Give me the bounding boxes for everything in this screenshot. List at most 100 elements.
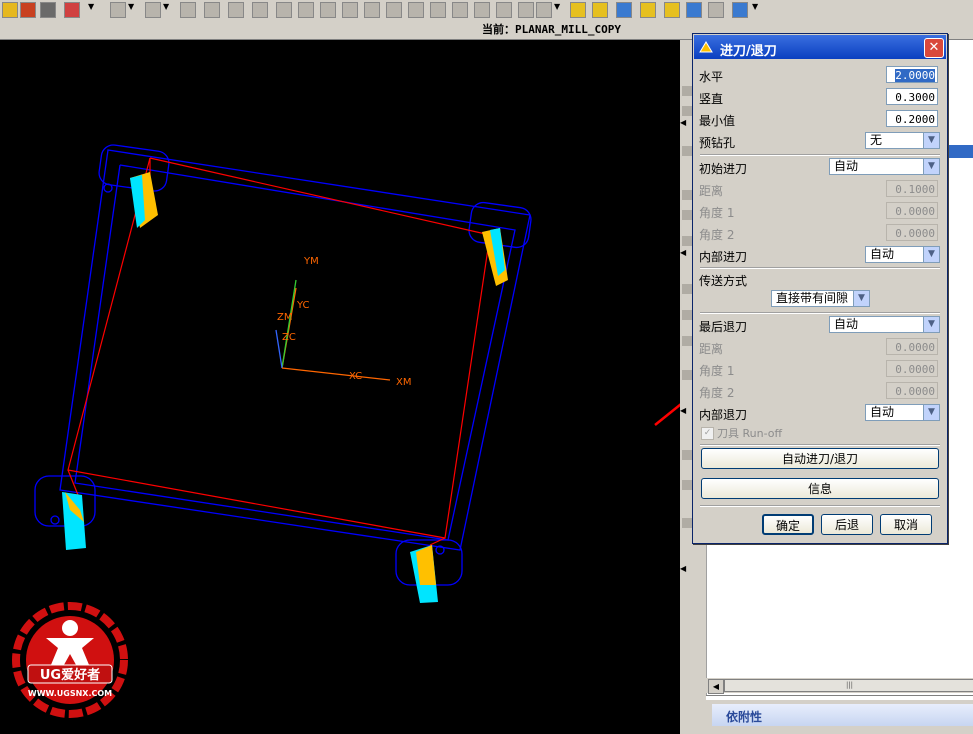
toolbar-icon[interactable] (386, 2, 402, 18)
resource-tab-icon[interactable] (682, 370, 692, 380)
toolbar-icon[interactable] (342, 2, 358, 18)
resource-tab-icon[interactable] (682, 450, 692, 460)
engage-angle1-field[interactable]: 0.0000 (886, 202, 938, 219)
retract-angle1-field[interactable]: 0.0000 (886, 360, 938, 377)
resource-tab-icon[interactable] (682, 86, 692, 96)
toolbar-icon[interactable] (592, 2, 608, 18)
yc-label: YC (296, 300, 310, 311)
chevron-down-icon[interactable]: ▼ (923, 247, 939, 262)
info-button[interactable]: 信息 (701, 478, 939, 499)
retract-angle2-field[interactable]: 0.0000 (886, 382, 938, 399)
toolbar-icon[interactable] (180, 2, 196, 18)
toolbar-icon[interactable] (570, 2, 586, 18)
chevron-down-icon[interactable]: ▼ (853, 291, 869, 306)
toolbar-icon[interactable] (518, 2, 534, 18)
resource-tab-icon[interactable] (682, 190, 692, 200)
toolbar-icon[interactable] (228, 2, 244, 18)
toolbar-icon[interactable] (536, 2, 552, 18)
toolbar-icon[interactable] (452, 2, 468, 18)
chevron-down-icon[interactable]: ▼ (128, 2, 134, 11)
toolbar-icon[interactable] (616, 2, 632, 18)
chevron-down-icon[interactable]: ▼ (923, 405, 939, 420)
toolbar-icon[interactable] (664, 2, 680, 18)
scroll-left-icon[interactable]: ◀ (708, 679, 724, 694)
internal-engage-select[interactable]: 自动 ▼ (865, 246, 940, 263)
chevron-left-icon[interactable]: ◀ (680, 406, 686, 415)
dialog-title: 进刀/退刀 (720, 44, 777, 59)
vertical-field[interactable]: 0.3000 (886, 88, 938, 105)
resource-tab-icon[interactable] (682, 480, 692, 490)
resource-tab-icon[interactable] (682, 518, 692, 528)
cancel-button[interactable]: 取消 (880, 514, 932, 535)
toolbar-icon[interactable] (145, 2, 161, 18)
back-button[interactable]: 后退 (821, 514, 873, 535)
horizontal-field[interactable]: 2.0000 (886, 66, 938, 83)
internal-engage-label: 内部进刀 (699, 250, 748, 264)
toolbar-icon[interactable] (430, 2, 446, 18)
resource-tab-icon[interactable] (682, 210, 692, 220)
auto-engage-retract-button[interactable]: 自动进刀/退刀 (701, 448, 939, 469)
initial-engage-label: 初始进刀 (699, 162, 748, 176)
chevron-down-icon[interactable]: ▼ (163, 2, 169, 11)
minimum-field[interactable]: 0.2000 (886, 110, 938, 127)
scroll-thumb[interactable]: ||| (724, 679, 973, 692)
final-retract-select[interactable]: 自动 ▼ (829, 316, 940, 333)
print-icon[interactable] (40, 2, 56, 18)
toolbar-icon[interactable] (686, 2, 702, 18)
chevron-down-icon[interactable]: ▼ (923, 317, 939, 332)
zm-label: ZM (277, 312, 292, 323)
toolbar-icon[interactable] (640, 2, 656, 18)
toolbar-icon[interactable] (496, 2, 512, 18)
dependencies-title: 依附性 (726, 710, 763, 724)
current-operation-label: 当前：PLANAR_MILL_COPY (482, 23, 621, 36)
annotation-arrow (654, 403, 680, 426)
toolbar-icon[interactable] (204, 2, 220, 18)
chevron-down-icon[interactable]: ▼ (923, 133, 939, 148)
toolbar-icon[interactable] (320, 2, 336, 18)
toolbar-icon[interactable] (110, 2, 126, 18)
graphics-viewport[interactable]: YM YC ZM ZC XC XM UG爱好者 WWW.UGSNX.COM (0, 40, 680, 734)
transfer-method-select[interactable]: 直接带有间隙 ▼ (771, 290, 870, 307)
retract-distance-field[interactable]: 0.0000 (886, 338, 938, 355)
initial-engage-select[interactable]: 自动 ▼ (829, 158, 940, 175)
toolbar-icon[interactable] (474, 2, 490, 18)
resource-tab-icon[interactable] (682, 336, 692, 346)
dependencies-section[interactable]: 依附性 (706, 700, 973, 734)
resource-tab-icon[interactable] (682, 284, 692, 294)
engage-angle2-field[interactable]: 0.0000 (886, 224, 938, 241)
engage-distance-field[interactable]: 0.1000 (886, 180, 938, 197)
resource-tab-icon[interactable] (682, 106, 692, 116)
toolbar-icon[interactable] (252, 2, 268, 18)
chevron-left-icon[interactable]: ◀ (680, 564, 686, 573)
chevron-down-icon[interactable]: ▼ (88, 2, 94, 11)
chevron-left-icon[interactable]: ◀ (680, 118, 686, 127)
toolbar-icon[interactable] (708, 2, 724, 18)
predrill-select[interactable]: 无 ▼ (865, 132, 940, 149)
chevron-down-icon[interactable]: ▼ (752, 2, 758, 11)
toolbar-icon[interactable] (2, 2, 18, 18)
resource-tab-icon[interactable] (682, 310, 692, 320)
toolbar-icon[interactable] (276, 2, 292, 18)
toolbar-icon[interactable] (298, 2, 314, 18)
chevron-down-icon[interactable]: ▼ (923, 159, 939, 174)
toolbar-icon[interactable] (20, 2, 36, 18)
chevron-left-icon[interactable]: ◀ (680, 248, 686, 257)
engage-retract-dialog: 进刀/退刀 ✕ 水平 2.0000 竖直 0.3000 最小值 0.2000 预… (692, 33, 948, 544)
ok-button[interactable]: 确定 (762, 514, 814, 535)
internal-retract-select[interactable]: 自动 ▼ (865, 404, 940, 421)
horizontal-scrollbar[interactable]: ◀ ||| (706, 678, 973, 694)
toolbar-icon[interactable] (732, 2, 748, 18)
selected-row-highlight[interactable] (944, 145, 973, 158)
toolbar-icon[interactable] (364, 2, 380, 18)
resource-tab-icon[interactable] (682, 236, 692, 246)
dialog-titlebar[interactable]: 进刀/退刀 ✕ (694, 35, 946, 59)
resource-tab-icon[interactable] (682, 146, 692, 156)
ym-label: YM (303, 256, 319, 267)
tool-runoff-checkbox[interactable]: ✓ (701, 427, 714, 440)
divider (700, 154, 940, 156)
close-icon[interactable]: ✕ (924, 38, 944, 58)
toolbar-icon[interactable] (408, 2, 424, 18)
toolbar-icon[interactable] (64, 2, 80, 18)
tool-runoff-label: 刀具 Run-off (717, 427, 783, 440)
chevron-down-icon[interactable]: ▼ (554, 2, 560, 11)
